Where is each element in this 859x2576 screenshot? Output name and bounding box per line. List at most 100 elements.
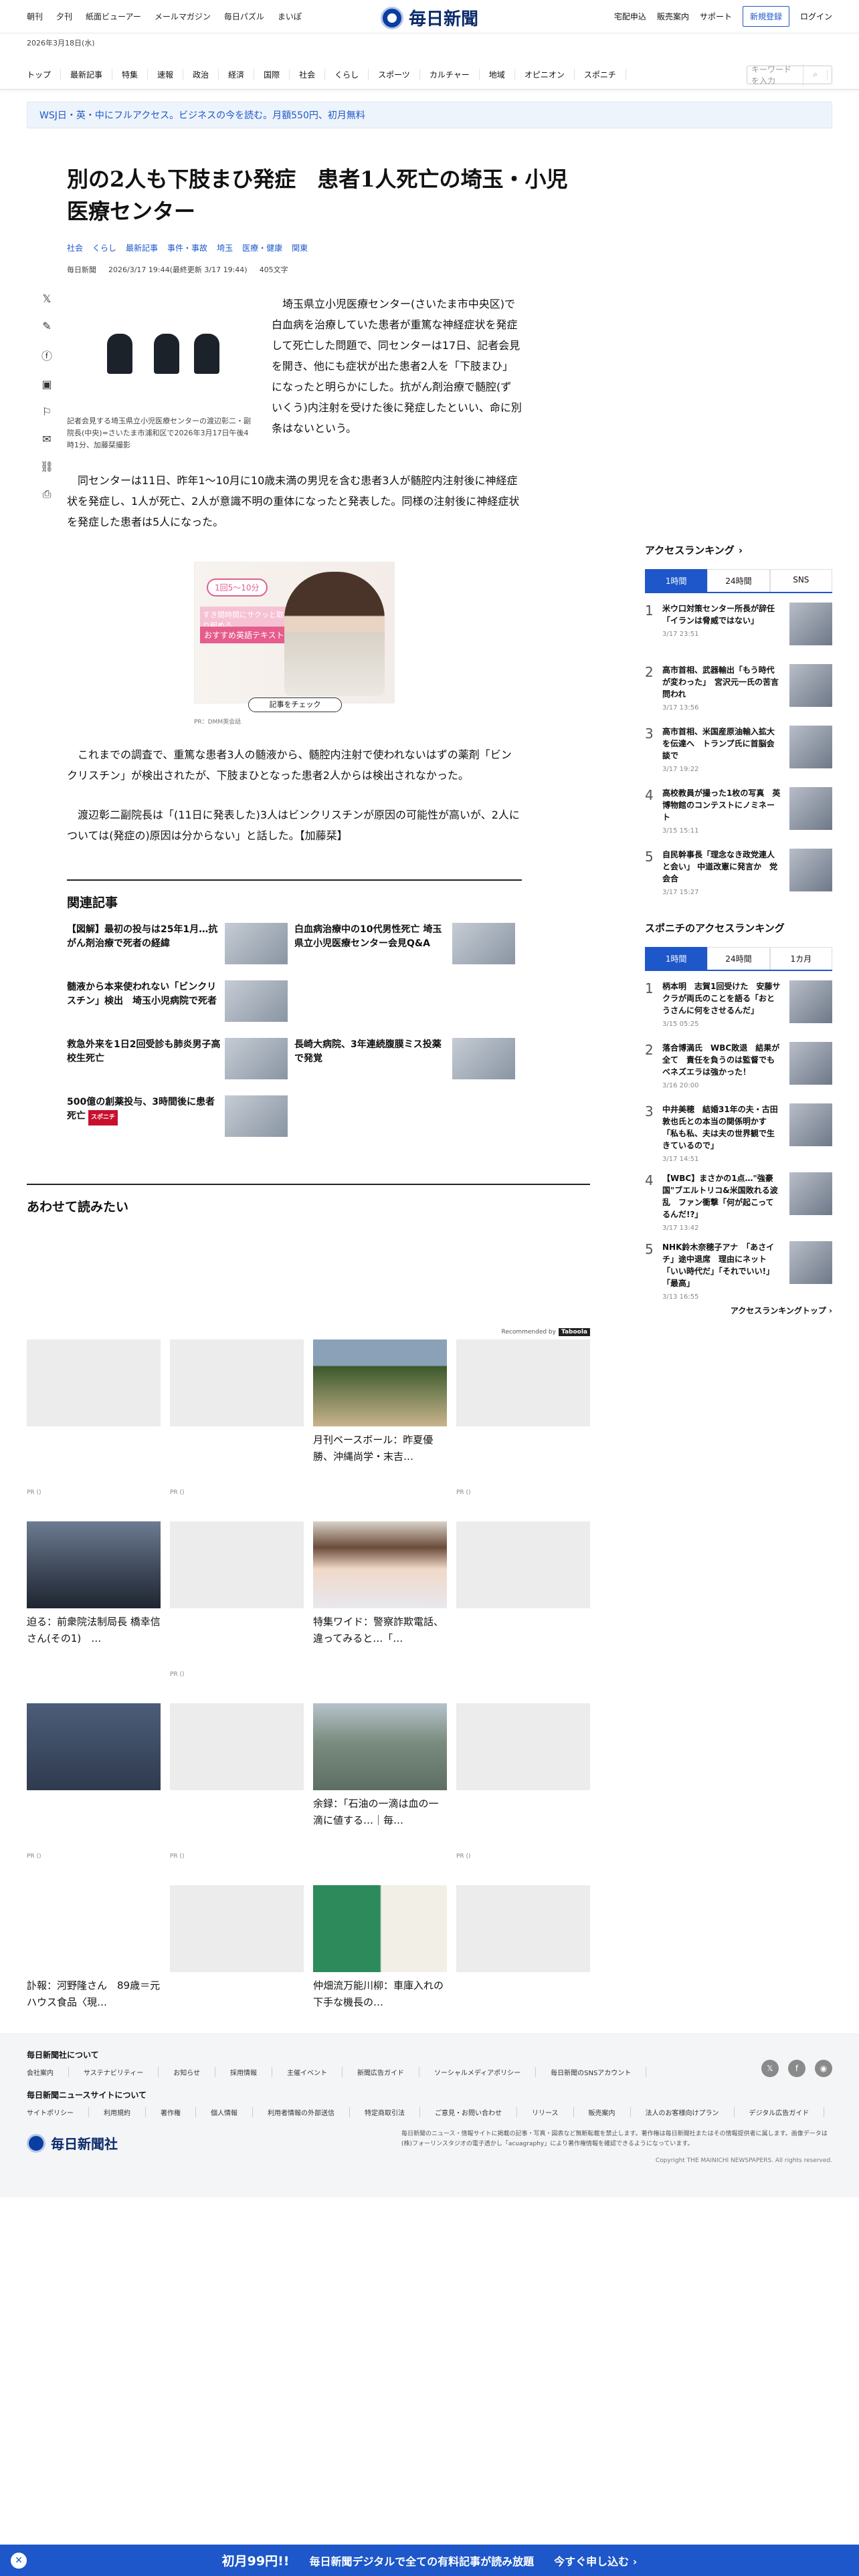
nav-society[interactable]: 社会 — [290, 69, 326, 80]
search-input[interactable]: キーワードを入力 ⌕ — [747, 63, 832, 86]
recommend-card[interactable]: 特集ワイド：警察詐欺電話、違ってみると…「… — [313, 1521, 447, 1678]
recommend-card[interactable]: PR () — [170, 1521, 304, 1678]
recommend-title[interactable]: 訃報：河野隆さん 89歳＝元ハウス食品〈現… — [27, 1977, 161, 2011]
rank-thumb[interactable] — [789, 1172, 832, 1215]
recommend-thumb[interactable] — [456, 1521, 590, 1608]
recommend-title[interactable] — [27, 1796, 161, 1829]
recommend-thumb[interactable] — [313, 1339, 447, 1426]
nav-sports[interactable]: スポーツ — [369, 69, 420, 80]
rank-thumb[interactable] — [789, 849, 832, 891]
tag-health[interactable]: 医療・健康 — [242, 242, 282, 253]
top-link-evening[interactable]: 夕刊 — [56, 11, 72, 22]
related-item[interactable]: 【図解】最初の投与は25年1月…抗がん剤治療で死者の経緯 — [67, 923, 288, 964]
nav-opinion[interactable]: オピニオン — [515, 69, 575, 80]
top-link-viewer[interactable]: 紙面ビューアー — [86, 11, 141, 22]
nav-world[interactable]: 国際 — [254, 69, 290, 80]
footer-link[interactable]: 採用情報 — [230, 2067, 273, 2077]
ranking-item[interactable]: 2 高市首相、武器輸出「もう時代が変わった」 宮沢元一氏の苦言問われ 3/17 13… — [645, 655, 832, 716]
recommend-title[interactable] — [456, 1796, 590, 1829]
nav-economy[interactable]: 経済 — [219, 69, 255, 80]
register-button[interactable]: 新規登録 — [742, 6, 789, 27]
rank-thumb[interactable] — [789, 726, 832, 768]
link-delivery[interactable]: 宅配申込 — [614, 11, 646, 22]
ranking-item[interactable]: 5 NHK鈴木奈穂子アナ 「あさイチ」途中退席 理由にネット「いい時代だ」「それで… — [645, 1232, 832, 1301]
recommend-thumb[interactable] — [456, 1885, 590, 1972]
rank-headline[interactable]: 高校教員が撮った1枚の写真 英博物館のコンテストにノミネート — [662, 787, 781, 823]
recommend-card[interactable]: PR () — [456, 1703, 590, 1860]
x-icon[interactable]: 𝕏 — [761, 2060, 779, 2077]
recommend-thumb[interactable] — [27, 1885, 161, 1972]
recommend-card[interactable]: PR () — [170, 1339, 304, 1496]
ranking-item[interactable]: 3 高市首相、米国産原油輸入拡大を伝達へ トランプ氏に首脳会談で 3/17 19:2… — [645, 716, 832, 778]
top-link-mail[interactable]: メールマガジン — [155, 11, 211, 22]
taboola-logo[interactable]: Taboola — [558, 1328, 590, 1336]
tab-sns[interactable]: SNS — [769, 569, 832, 592]
recommend-thumb[interactable] — [170, 1885, 304, 1972]
recommend-title[interactable] — [456, 1614, 590, 1647]
nav-sponichi[interactable]: スポニチ — [575, 69, 626, 80]
rank-headline[interactable]: 中井美穂 結婚31年の夫・古田敦也氏との本当の関係明かす「私も私、夫は夫の世界観… — [662, 1103, 781, 1152]
tag-kanto[interactable]: 関東 — [292, 242, 308, 253]
recommend-thumb[interactable] — [170, 1339, 304, 1426]
recommend-thumb[interactable] — [27, 1703, 161, 1790]
ranking-item[interactable]: 3 中井美穂 結婚31年の夫・古田敦也氏との本当の関係明かす「私も私、夫は夫の世界… — [645, 1094, 832, 1163]
rank-headline[interactable]: 米ウ口対策センター所長が辞任「イランは脅威ではない」 — [662, 603, 781, 627]
nav-breaking[interactable]: 速報 — [148, 69, 184, 80]
related-item[interactable]: 救急外来を1日2回受診も肺炎男子高校生死亡 — [67, 1038, 288, 1079]
recommend-title[interactable] — [456, 1432, 590, 1465]
recommend-card[interactable] — [456, 1521, 590, 1678]
tab-1h[interactable]: 1時間 — [645, 569, 708, 592]
rank-thumb[interactable] — [789, 1241, 832, 1284]
top-link-puzzle[interactable]: 毎日パズル — [224, 11, 264, 22]
ranking-item[interactable]: 2 落合博満氏 WBC敗退 結果が全て 責任を負うのは監督でもベネズエラは強かった… — [645, 1033, 832, 1094]
zoom-icon[interactable]: + — [219, 379, 234, 394]
recommend-thumb[interactable] — [27, 1339, 161, 1426]
recommend-card[interactable]: 迫る：前衆院法制局長 橋幸信さん(その1) …PR () — [27, 1521, 161, 1678]
ranking-item[interactable]: 4 高校教員が撮った1枚の写真 英博物館のコンテストにノミネート 3/15 15:1… — [645, 778, 832, 839]
recommend-card[interactable]: PR () — [456, 1885, 590, 2042]
link-support[interactable]: サポート — [700, 11, 732, 22]
rank-thumb[interactable] — [789, 1103, 832, 1146]
footer-link[interactable]: ご意見・お問い合わせ — [435, 2107, 517, 2117]
nav-life[interactable]: くらし — [325, 69, 369, 80]
subscribe-cta[interactable]: 今すぐ申し込む › — [554, 2553, 637, 2569]
link-icon[interactable]: ⛓ — [40, 460, 54, 473]
tab-24h[interactable]: 24時間 — [707, 569, 770, 592]
footer-link[interactable]: お知らせ — [173, 2067, 216, 2077]
footer-link[interactable]: 特定商取引法 — [365, 2107, 420, 2117]
recommend-thumb[interactable] — [456, 1339, 590, 1426]
nav-culture[interactable]: カルチャー — [420, 69, 480, 80]
tag-society[interactable]: 社会 — [67, 242, 83, 253]
rank-thumb[interactable] — [789, 1042, 832, 1085]
related-item[interactable]: 500億の創薬投与、3時間後に患者死亡 スポニチ — [67, 1095, 288, 1137]
recommend-title[interactable]: 月刊ベースボール：昨夏優勝、沖縄尚学・末吉… — [313, 1432, 447, 1465]
footer-link[interactable]: 毎日新聞のSNSアカウント — [551, 2067, 647, 2077]
footer-link[interactable]: 法人のお客様向けプラン — [646, 2107, 735, 2117]
ad-image[interactable]: 1回5～10分 すき間時間にサクッと取り組める おすすめ英語テキスト 記事をチェ… — [194, 562, 395, 712]
top-link-morning[interactable]: 朝刊 — [27, 11, 43, 22]
recommend-thumb[interactable] — [313, 1521, 447, 1608]
footer-link[interactable]: 主催イベント — [287, 2067, 343, 2077]
recommend-thumb[interactable] — [456, 1703, 590, 1790]
ranking-item[interactable]: 5 自民幹事長「理念なき政党連人と会い」 中道改憲に発言か 党会合 3/17 15:… — [645, 839, 832, 901]
recommend-title[interactable]: 余録：「石油の一滴は血の一滴に値する…｜毎… — [313, 1796, 447, 1829]
footer-link[interactable]: ソーシャルメディアポリシー — [434, 2067, 537, 2077]
search-icon[interactable]: ⌕ — [803, 70, 828, 80]
bookmark-icon[interactable]: ⚐ — [42, 405, 52, 418]
recommend-title[interactable] — [170, 1977, 304, 2011]
ranking-heading[interactable]: アクセスランキング › — [645, 543, 832, 557]
nav-top[interactable]: トップ — [27, 69, 62, 80]
ad-cta-button[interactable]: 記事をチェック — [248, 697, 342, 712]
recommend-card[interactable]: PR () — [170, 1703, 304, 1860]
nav-feature[interactable]: 特集 — [112, 69, 149, 80]
nav-latest[interactable]: 最新記事 — [61, 69, 113, 80]
footer-link[interactable]: 利用規約 — [104, 2107, 146, 2117]
recommend-title[interactable]: 仲畑流万能川柳：車庫入れの下手な機長の… — [313, 1977, 447, 2011]
recommend-title[interactable]: 特集ワイド：警察詐欺電話、違ってみると…「… — [313, 1614, 447, 1647]
recommend-card[interactable]: 余録：「石油の一滴は血の一滴に値する…｜毎… — [313, 1703, 447, 1860]
recommend-thumb[interactable] — [170, 1521, 304, 1608]
footer-link[interactable]: デジタル広告ガイド — [749, 2107, 825, 2117]
tag-latest[interactable]: 最新記事 — [126, 242, 158, 253]
mail-icon[interactable]: ✉ — [42, 433, 51, 445]
subscribe-bar[interactable]: ✕ 初月99円!! 毎日新聞デジタルで全ての有料記事が読み放題 今すぐ申し込む … — [0, 2545, 859, 2576]
